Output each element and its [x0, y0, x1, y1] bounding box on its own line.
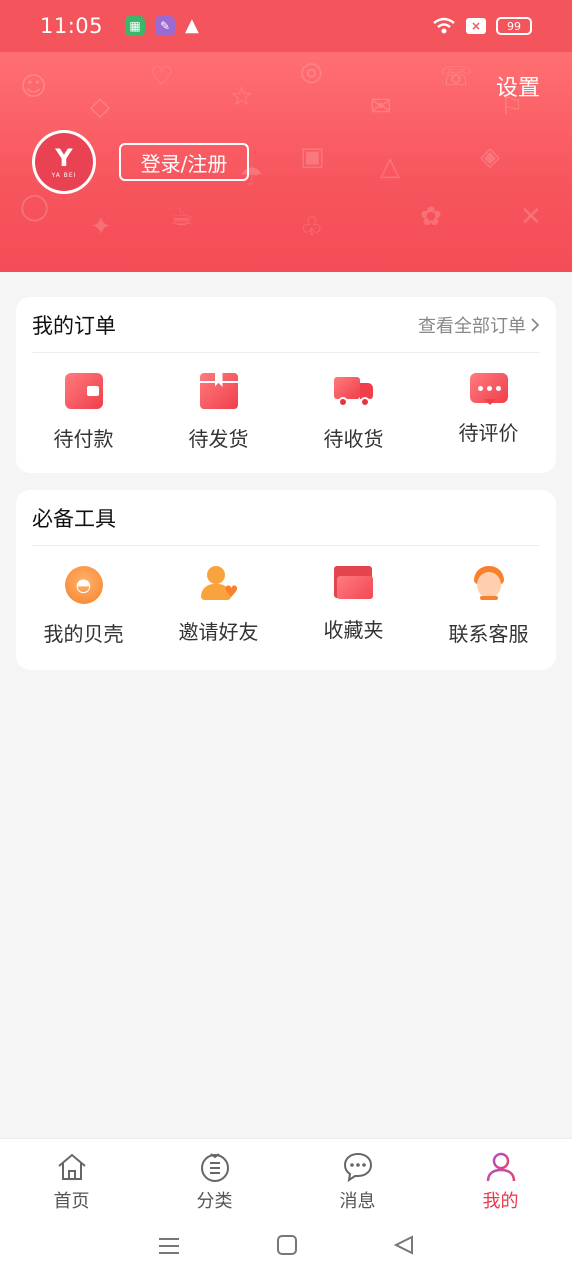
nav-profile[interactable]: 我的 [429, 1139, 572, 1216]
order-status-label: 待评价 [458, 421, 519, 445]
settings-link[interactable]: 设置 [496, 70, 540, 102]
home-icon [56, 1151, 88, 1183]
battery-icon: 99 [496, 17, 532, 35]
tool-label: 联系客服 [448, 622, 529, 646]
package-icon [199, 373, 238, 409]
tool-label: 收藏夹 [323, 618, 384, 642]
tool-favorites[interactable]: 收藏夹 [294, 566, 414, 647]
tool-my-shells[interactable]: ◓ 我的贝壳 [24, 566, 144, 647]
wifi-icon [433, 17, 455, 34]
avatar-logo: Y YA BEI [35, 133, 93, 191]
message-icon [342, 1151, 374, 1183]
order-status-label: 待发货 [188, 427, 249, 451]
nav-messages[interactable]: 消息 [286, 1139, 429, 1216]
tool-invite-friends[interactable]: ♥ 邀请好友 [159, 566, 279, 647]
system-status-icons: × 99 [432, 17, 532, 35]
order-pending-payment[interactable]: 待付款 [24, 373, 144, 452]
nav-label: 消息 [339, 1191, 376, 1212]
nav-category[interactable]: 分类 [143, 1139, 286, 1216]
tools-grid: ◓ 我的贝壳 ♥ 邀请好友 收藏夹 联系客服 [16, 546, 556, 647]
recent-apps-icon[interactable] [157, 1234, 181, 1262]
tool-customer-service[interactable]: 联系客服 [429, 566, 549, 647]
nav-label: 分类 [196, 1191, 233, 1212]
pen-notification-icon: ✎ [155, 16, 176, 36]
status-bar: 11:05 ▦ ✎ ▲ × 99 [0, 0, 572, 52]
bottom-navigation: 首页 分类 消息 我的 [0, 1138, 572, 1216]
system-navigation-bar [0, 1216, 572, 1280]
chevron-right-icon [531, 317, 540, 332]
view-all-orders-link[interactable]: 查看全部订单 [418, 312, 540, 338]
order-pending-receipt[interactable]: 待收货 [294, 373, 414, 452]
nav-label: 我的 [482, 1191, 519, 1212]
profile-header: ☺ ◇ ♡ ☆ ◎ ✉ ☏ ▣ △ ◈ ✕ ✿ ♧ ☕ ✦ ◯ ☂ ⚐ 设置 Y YA BEI 登… [0, 52, 572, 272]
orders-title: 我的订单 [32, 313, 116, 338]
category-icon [199, 1151, 231, 1183]
invite-friend-icon: ♥ [199, 566, 239, 602]
wallet-icon [64, 373, 103, 409]
status-time: 11:05 [40, 14, 104, 38]
shell-icon: ◓ [64, 566, 103, 604]
tools-title: 必备工具 [32, 506, 116, 531]
sim-icon: × [466, 18, 486, 34]
tool-label: 邀请好友 [178, 620, 259, 644]
warning-icon: ▲ [185, 15, 199, 36]
avatar[interactable]: Y YA BEI [32, 130, 96, 194]
back-icon[interactable] [393, 1234, 415, 1262]
order-status-label: 待收货 [323, 427, 384, 451]
comment-icon [469, 373, 508, 405]
order-status-grid: 待付款 待发货 待收货 待评价 [16, 353, 556, 452]
folder-icon [333, 566, 374, 600]
nav-home[interactable]: 首页 [0, 1139, 143, 1216]
truck-icon [333, 373, 374, 409]
tools-card-header: 必备工具 [32, 490, 540, 546]
avatar-logo-letter: Y [55, 143, 73, 172]
view-all-orders-label: 查看全部订单 [418, 315, 526, 337]
login-register-button[interactable]: 登录/注册 [119, 143, 249, 181]
notification-icons: ▦ ✎ ▲ [125, 16, 199, 36]
order-pending-review[interactable]: 待评价 [429, 373, 549, 452]
home-button-icon[interactable] [276, 1234, 298, 1262]
profile-icon [485, 1151, 517, 1183]
customer-service-icon [470, 566, 508, 604]
tool-label: 我的贝壳 [43, 622, 124, 646]
avatar-brand-text: YA BEI [51, 171, 77, 179]
tools-card: 必备工具 ◓ 我的贝壳 ♥ 邀请好友 收藏夹 联系客服 [16, 490, 556, 670]
orders-card-header: 我的订单 查看全部订单 [32, 297, 540, 353]
order-status-label: 待付款 [53, 427, 114, 451]
order-pending-shipment[interactable]: 待发货 [159, 373, 279, 452]
nav-label: 首页 [53, 1191, 90, 1212]
app-notification-icon: ▦ [125, 16, 146, 36]
orders-card: 我的订单 查看全部订单 待付款 待发货 待收货 待评价 [16, 297, 556, 473]
